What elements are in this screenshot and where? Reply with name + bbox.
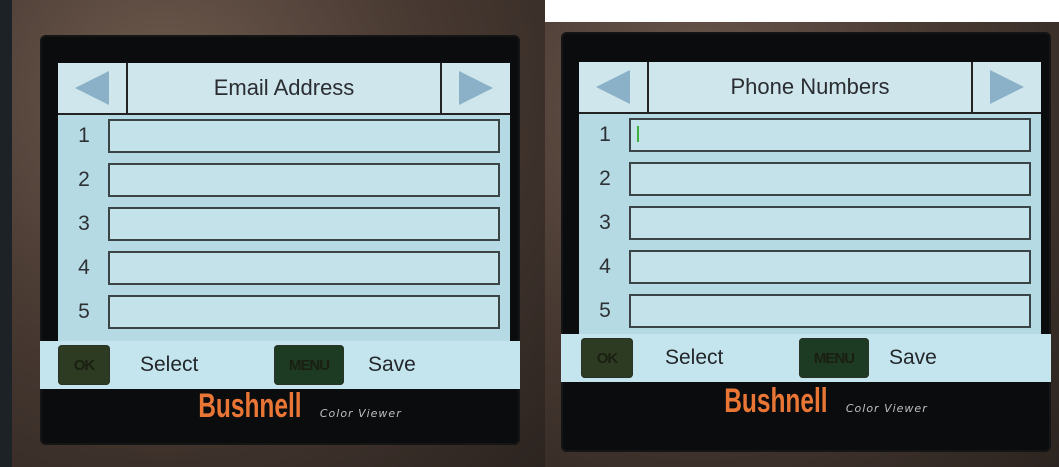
list-item: 3 <box>579 202 1041 246</box>
row-number: 2 <box>78 168 90 191</box>
next-page-button[interactable] <box>440 63 510 113</box>
email-field-1[interactable] <box>108 119 500 153</box>
entry-list: 1 2 3 4 5 <box>58 115 510 335</box>
list-item: 5 <box>58 291 510 335</box>
page-title: Email Address <box>213 75 355 100</box>
phone-field-2[interactable] <box>629 162 1031 196</box>
row-number: 1 <box>78 124 90 147</box>
phone-field-5[interactable] <box>629 294 1031 328</box>
header-bar: Email Address <box>58 63 510 115</box>
right-arrow-icon <box>459 71 493 105</box>
left-arrow-icon <box>596 70 630 104</box>
lcd-display: Email Address 1 2 3 4 5 <box>58 63 510 341</box>
device-left: Email Address 1 2 3 4 5 OK Select MENU S… <box>0 0 545 467</box>
brand-logo: Bushnell <box>198 387 302 425</box>
softkey-bar: OK Select MENU Save <box>561 334 1051 382</box>
list-item: 1 <box>579 114 1041 158</box>
row-number: 1 <box>599 123 611 146</box>
select-label: Select <box>665 346 724 369</box>
row-number: 5 <box>599 299 611 322</box>
menu-button[interactable]: MENU <box>799 338 869 378</box>
menu-button[interactable]: MENU <box>274 345 344 385</box>
phone-field-1[interactable] <box>629 118 1031 152</box>
brand-subtitle: Color Viewer <box>319 407 402 420</box>
entry-list: 1 2 3 4 5 <box>579 114 1041 334</box>
save-label: Save <box>889 346 937 369</box>
list-item: 4 <box>579 246 1041 290</box>
device-right: Phone Numbers 1 2 3 4 5 OK Select MENU S… <box>545 22 1059 467</box>
row-number: 3 <box>599 211 611 234</box>
email-field-3[interactable] <box>108 207 500 241</box>
save-label: Save <box>368 353 416 376</box>
lcd-display: Phone Numbers 1 2 3 4 5 <box>579 62 1041 334</box>
brand-area: Bushnell Color Viewer <box>561 382 1051 421</box>
softkey-bar: OK Select MENU Save <box>40 341 520 389</box>
select-label: Select <box>140 353 199 376</box>
prev-page-button[interactable] <box>58 63 128 113</box>
email-field-2[interactable] <box>108 163 500 197</box>
row-number: 4 <box>78 256 90 279</box>
email-field-4[interactable] <box>108 251 500 285</box>
phone-field-4[interactable] <box>629 250 1031 284</box>
brand-logo: Bushnell <box>724 382 828 420</box>
row-number: 2 <box>599 167 611 190</box>
list-item: 1 <box>58 115 510 159</box>
screen-bezel: Email Address 1 2 3 4 5 OK Select MENU S… <box>40 35 520 445</box>
list-item: 2 <box>579 158 1041 202</box>
ok-button[interactable]: OK <box>581 338 633 378</box>
row-number: 5 <box>78 300 90 323</box>
left-arrow-icon <box>75 71 109 105</box>
screen-bezel: Phone Numbers 1 2 3 4 5 OK Select MENU S… <box>561 32 1051 452</box>
prev-page-button[interactable] <box>579 62 649 112</box>
list-item: 3 <box>58 203 510 247</box>
ok-button[interactable]: OK <box>58 345 110 385</box>
next-page-button[interactable] <box>971 62 1041 112</box>
page-title: Phone Numbers <box>730 74 890 99</box>
device-edge <box>0 0 12 467</box>
phone-field-3[interactable] <box>629 206 1031 240</box>
list-item: 5 <box>579 290 1041 334</box>
email-field-5[interactable] <box>108 295 500 329</box>
text-cursor <box>637 126 639 142</box>
brand-subtitle: Color Viewer <box>845 402 928 415</box>
row-number: 4 <box>599 255 611 278</box>
brand-area: Bushnell Color Viewer <box>40 387 520 426</box>
list-item: 2 <box>58 159 510 203</box>
right-arrow-icon <box>990 70 1024 104</box>
row-number: 3 <box>78 212 90 235</box>
list-item: 4 <box>58 247 510 291</box>
header-bar: Phone Numbers <box>579 62 1041 114</box>
